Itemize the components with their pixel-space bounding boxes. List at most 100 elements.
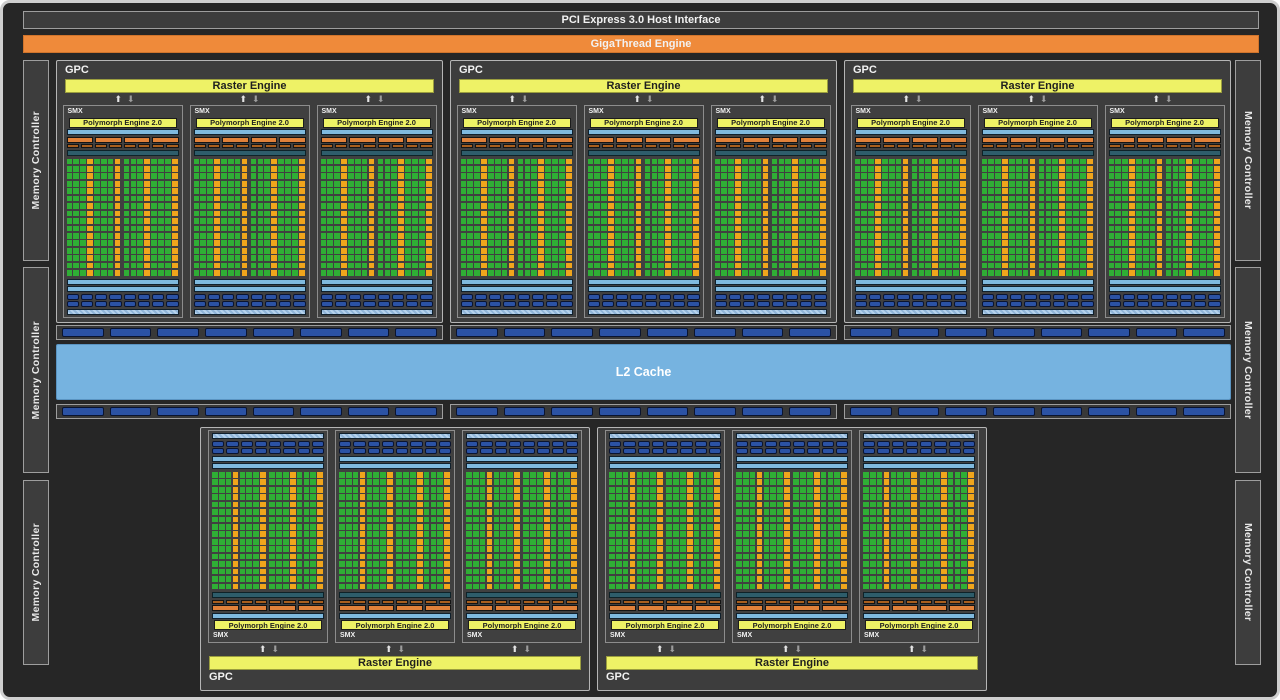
core-cell [304,502,310,508]
light-blue-bar [1109,279,1221,285]
blue-segment [475,301,487,307]
core-cell [919,166,925,172]
core-cell [362,240,368,246]
blue-segment [222,301,234,307]
core-cell [1059,226,1065,232]
core-cell [260,479,266,485]
core-cell [367,569,373,575]
core-cell [1122,196,1128,202]
core-cell [1150,263,1156,269]
core-cell [518,226,524,232]
polymorph-engine-bar: Polymorph Engine 2.0 [738,620,846,630]
core-cell [637,569,643,575]
core-cell [784,472,790,478]
core-cell [334,233,340,239]
core-cell [341,159,347,165]
core-cell [693,166,699,172]
core-cell [870,494,876,500]
core-cell [258,218,264,224]
blue-segment [1010,301,1022,307]
core-cell [870,561,876,567]
core-cell [1129,263,1135,269]
core-cell [260,576,266,582]
core-cell [494,502,500,508]
core-cell [1150,218,1156,224]
core-cell [507,531,513,537]
core-cell [144,248,150,254]
core-row [212,487,324,493]
blue-segment [1039,301,1051,307]
core-cell [108,248,114,254]
blue-segment [67,301,79,307]
core-grid [67,158,179,277]
core-cell [934,576,940,582]
core-cell [594,226,600,232]
core-cell [124,211,130,217]
core-row [67,240,179,246]
polymorph-engine-bar: Polymorph Engine 2.0 [1111,118,1219,128]
small-orange-segment [523,600,535,604]
core-cell [212,539,218,545]
core-cell [1193,240,1199,246]
core-cell [1143,166,1149,172]
core-cell [219,539,225,545]
core-cell [1009,166,1015,172]
core-cell [785,226,791,232]
core-cell [283,561,289,567]
core-cell [380,487,386,493]
orange-segment [949,605,976,611]
core-cell [828,569,834,575]
core-cell [246,539,252,545]
core-cell [1087,226,1093,232]
core-cell [461,240,467,246]
core-cell [269,539,275,545]
core-cell [437,479,443,485]
small-orange-segment [715,144,727,148]
core-cell [1023,270,1029,276]
core-row [194,173,306,179]
core-cell [982,248,988,254]
core-cell [588,181,594,187]
core-cell [1150,226,1156,232]
core-cell [870,569,876,575]
core-row [609,576,721,582]
blue-segment [666,441,678,447]
small-orange-segment-row [855,144,967,148]
core-cell [1157,255,1163,261]
core-cell [927,472,933,478]
core-cell [290,576,296,582]
core-cell [355,240,361,246]
core-cell [353,472,359,478]
core-cell [1122,263,1128,269]
core-cell [494,524,500,530]
core-cell [317,517,323,523]
core-cell [500,517,506,523]
core-cell [253,576,259,582]
core-cell [158,240,164,246]
core-cell [629,248,635,254]
core-cell [251,226,257,232]
core-cell [687,517,693,523]
memory-controller-left-2: Memory Controller [23,267,49,473]
blue-segment [208,294,220,300]
core-row [715,240,827,246]
core-cell [941,494,947,500]
core-cell [1214,196,1220,202]
core-cell [834,517,840,523]
core-cell [419,226,425,232]
blue-segment-row [736,448,848,454]
core-row [588,270,700,276]
core-cell [240,576,246,582]
core-cell [897,576,903,582]
core-row [855,211,967,217]
light-blue-bar [1109,286,1221,292]
core-row [855,240,967,246]
core-cell [995,181,1001,187]
blue-segment [926,301,938,307]
core-cell [1059,270,1065,276]
core-cell [466,561,472,567]
core-cell [518,181,524,187]
core-cell [1016,173,1022,179]
core-cell [1214,203,1220,209]
blue-segment [897,294,909,300]
